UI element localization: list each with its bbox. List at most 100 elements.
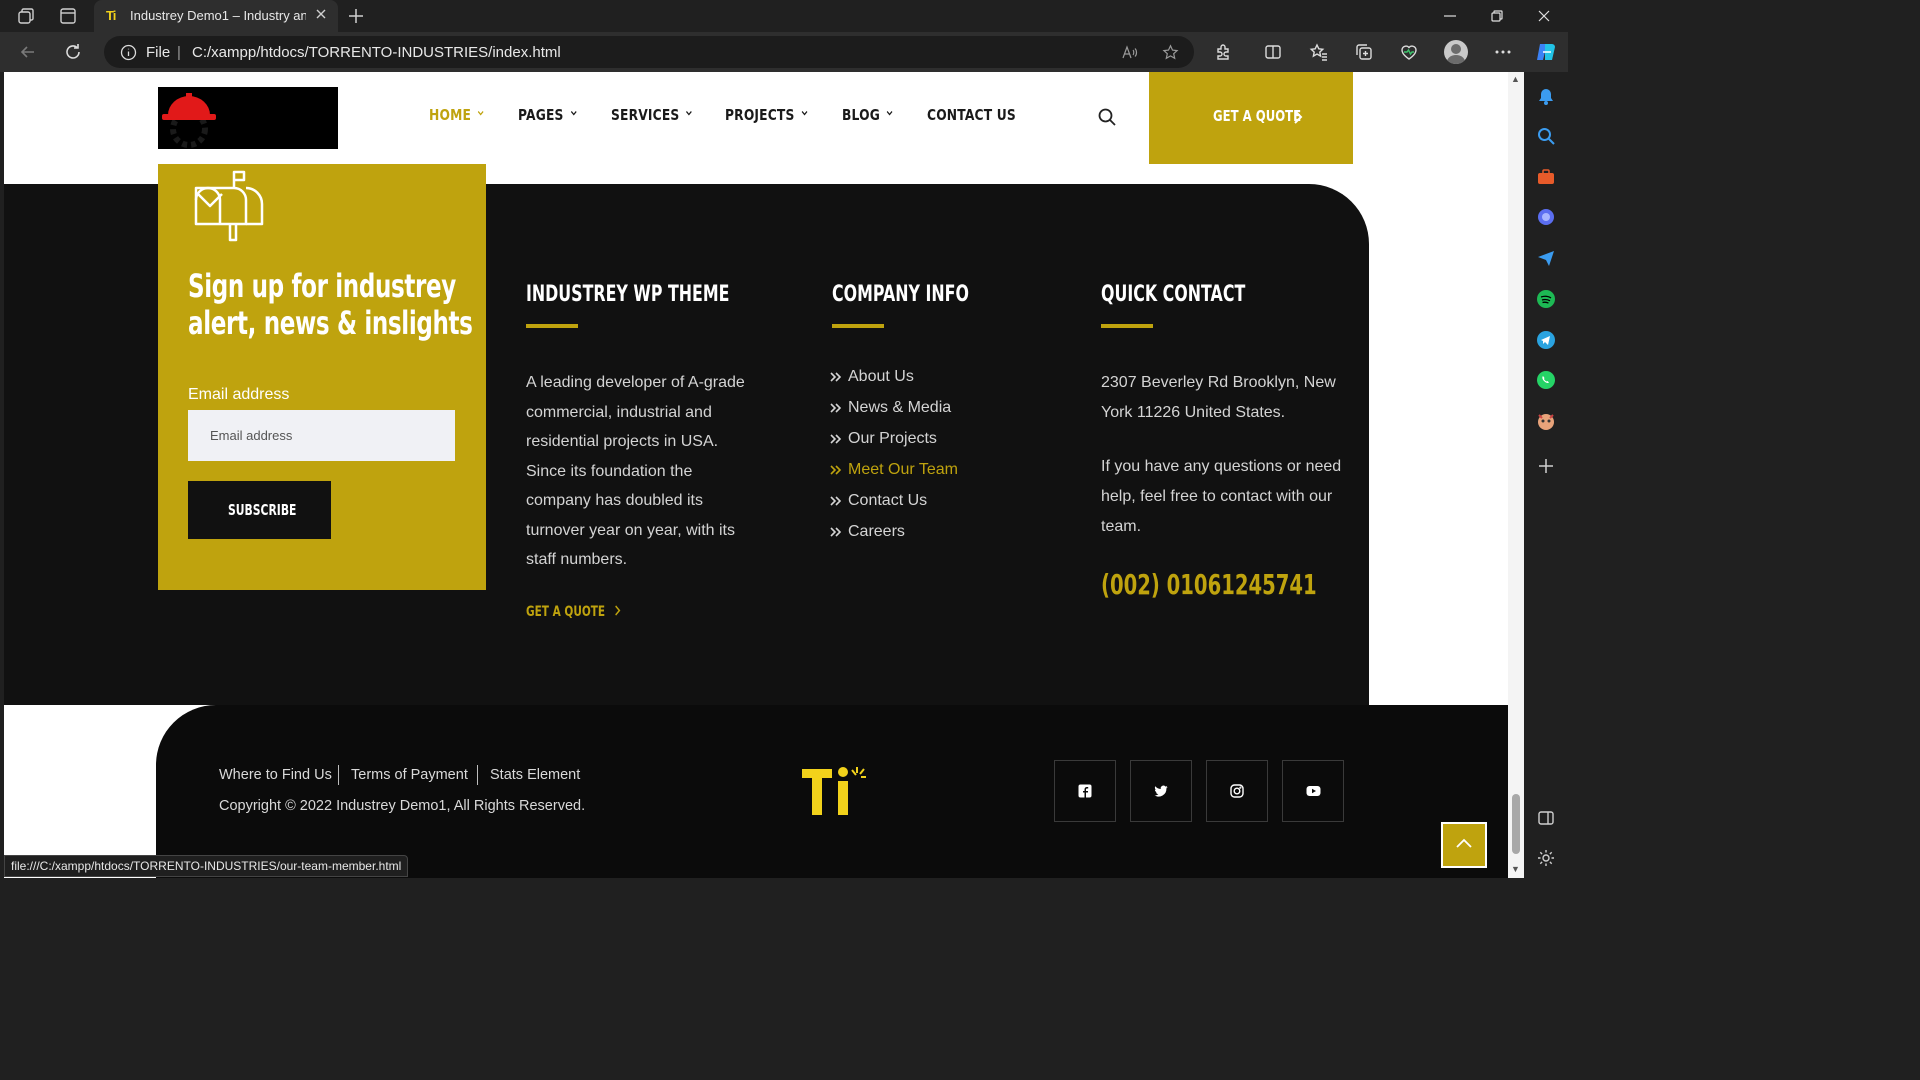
chevron-right-icon: [1294, 110, 1303, 124]
favorite-star-icon[interactable]: [1162, 44, 1179, 61]
site-logo[interactable]: [158, 87, 338, 149]
instagram-button[interactable]: [1206, 760, 1268, 822]
theme-title: INDUSTREY WP THEME: [526, 282, 730, 307]
search-icon[interactable]: [1536, 126, 1556, 146]
youtube-button[interactable]: [1282, 760, 1344, 822]
double-chevron-icon: [830, 496, 842, 506]
refresh-icon[interactable]: [63, 42, 83, 62]
scroll-to-top-button[interactable]: [1441, 822, 1487, 868]
new-tab-icon[interactable]: [346, 6, 366, 26]
nav-home[interactable]: HOME: [429, 106, 484, 124]
telegram-icon[interactable]: [1536, 330, 1556, 350]
ti-logo[interactable]: [800, 765, 870, 819]
title-underline: [1101, 324, 1153, 328]
double-chevron-icon: [830, 403, 842, 413]
get-a-quote-button[interactable]: GET A QUOTE: [1149, 72, 1353, 164]
twitter-button[interactable]: [1130, 760, 1192, 822]
link-news-media[interactable]: News & Media: [830, 399, 951, 417]
double-chevron-icon: [830, 527, 842, 537]
tab-actions-icon[interactable]: [58, 6, 78, 26]
nav-contact-us[interactable]: CONTACT US: [927, 106, 1016, 124]
collections-icon[interactable]: [1354, 42, 1374, 62]
link-our-projects[interactable]: Our Projects: [830, 430, 937, 448]
contact-address: 2307 Beverley Rd Brooklyn, New York 1122…: [1101, 374, 1336, 421]
settings-gear-icon[interactable]: [1536, 848, 1556, 868]
send-icon[interactable]: [1536, 248, 1556, 268]
youtube-icon: [1306, 786, 1321, 796]
add-icon[interactable]: [1536, 456, 1556, 476]
scroll-down-arrow-icon[interactable]: ▼: [1511, 864, 1520, 874]
browser-tab-active[interactable]: Ti Industrey Demo1 – Industry and: [94, 0, 338, 32]
nav-pages[interactable]: PAGES: [518, 106, 577, 124]
search-icon[interactable]: [1097, 107, 1117, 127]
close-icon[interactable]: [314, 7, 328, 21]
subscribe-label: SUBSCRIBE: [228, 501, 297, 519]
title-underline: [526, 324, 578, 328]
link-careers[interactable]: Careers: [830, 523, 905, 541]
nav-projects[interactable]: PROJECTS: [725, 106, 808, 124]
sidebar-toggle-icon[interactable]: [1536, 808, 1556, 828]
chevron-down-icon: [570, 111, 577, 116]
quick-contact-title: QUICK CONTACT: [1101, 282, 1246, 307]
double-chevron-icon: [830, 465, 842, 475]
link-about-us[interactable]: About Us: [830, 368, 914, 386]
game-icon[interactable]: [1536, 411, 1556, 431]
restore-icon[interactable]: [1489, 8, 1505, 24]
nav-services[interactable]: SERVICES: [611, 106, 693, 124]
url-text[interactable]: C:/xampp/htdocs/TORRENTO-INDUSTRIES/inde…: [192, 44, 561, 61]
subscribe-button[interactable]: SUBSCRIBE: [188, 481, 331, 539]
tab-favicon: Ti: [106, 8, 116, 23]
twitter-icon: [1154, 785, 1168, 797]
address-bar[interactable]: File | C:/xampp/htdocs/TORRENTO-INDUSTRI…: [104, 36, 1194, 68]
url-separator: |: [177, 44, 181, 61]
page-scrollbar[interactable]: ▲ ▼: [1508, 72, 1524, 878]
more-options-icon[interactable]: [1493, 42, 1513, 62]
theme-description: A leading developer of A-grade commercia…: [526, 374, 745, 568]
link-where-to-find-us[interactable]: Where to Find Us: [219, 767, 332, 783]
info-icon[interactable]: [120, 44, 137, 61]
get-a-quote-label: GET A QUOTE: [1213, 107, 1302, 125]
link-contact-us[interactable]: Contact Us: [830, 492, 927, 510]
newsletter-box: Sign up for industrey alert, news & insl…: [158, 164, 486, 590]
favorites-icon[interactable]: [1309, 42, 1329, 62]
page-viewport: HOME PAGES SERVICES PROJECTS BLOG CONTAC…: [4, 72, 1508, 878]
link-status-tooltip: file:///C:/xampp/htdocs/TORRENTO-INDUSTR…: [4, 855, 409, 877]
link-stats-element[interactable]: Stats Element: [490, 767, 580, 783]
newsletter-title: Sign up for industrey alert, news & insl…: [188, 267, 473, 342]
email-label: Email address: [188, 386, 290, 403]
scrollbar-thumb[interactable]: [1512, 794, 1520, 854]
notifications-icon[interactable]: [1536, 86, 1556, 106]
copilot-icon[interactable]: [1534, 40, 1558, 64]
tab-title: Industrey Demo1 – Industry and: [130, 8, 306, 23]
back-icon[interactable]: [18, 42, 38, 62]
contact-help-text: If you have any questions or need help, …: [1101, 458, 1342, 535]
copyright-text: Copyright © 2022 Industrey Demo1, All Ri…: [219, 798, 586, 814]
site-header: HOME PAGES SERVICES PROJECTS BLOG CONTAC…: [4, 72, 1508, 164]
company-title: COMPANY INFO: [832, 282, 969, 307]
link-divider: [338, 765, 339, 785]
browser-essentials-icon[interactable]: [1399, 42, 1419, 62]
split-screen-icon[interactable]: [1263, 42, 1283, 62]
whatsapp-icon[interactable]: [1536, 370, 1556, 390]
footer-get-a-quote-link[interactable]: GET A QUOTE: [526, 604, 621, 620]
tools-icon[interactable]: [1536, 167, 1556, 187]
copilot-sidebar-icon[interactable]: [1536, 207, 1556, 227]
extensions-icon[interactable]: [1214, 42, 1234, 62]
scroll-up-arrow-icon[interactable]: ▲: [1511, 74, 1520, 84]
link-terms-of-payment[interactable]: Terms of Payment: [351, 767, 468, 783]
read-aloud-icon[interactable]: [1121, 44, 1138, 61]
spotify-icon[interactable]: [1536, 289, 1556, 309]
nav-blog[interactable]: BLOG: [842, 106, 893, 124]
mailbox-icon: [194, 170, 264, 242]
chevron-down-icon: [686, 111, 693, 116]
minimize-icon[interactable]: [1442, 8, 1458, 24]
workspaces-icon[interactable]: [16, 6, 36, 26]
chevron-down-icon: [886, 111, 893, 116]
window-close-icon[interactable]: [1536, 8, 1552, 24]
email-field[interactable]: [188, 410, 455, 461]
chevron-down-icon: [801, 111, 808, 116]
phone-number[interactable]: (002) 01061245741: [1101, 568, 1317, 601]
profile-avatar[interactable]: [1444, 40, 1468, 64]
facebook-button[interactable]: [1054, 760, 1116, 822]
link-meet-our-team[interactable]: Meet Our Team: [830, 461, 958, 479]
